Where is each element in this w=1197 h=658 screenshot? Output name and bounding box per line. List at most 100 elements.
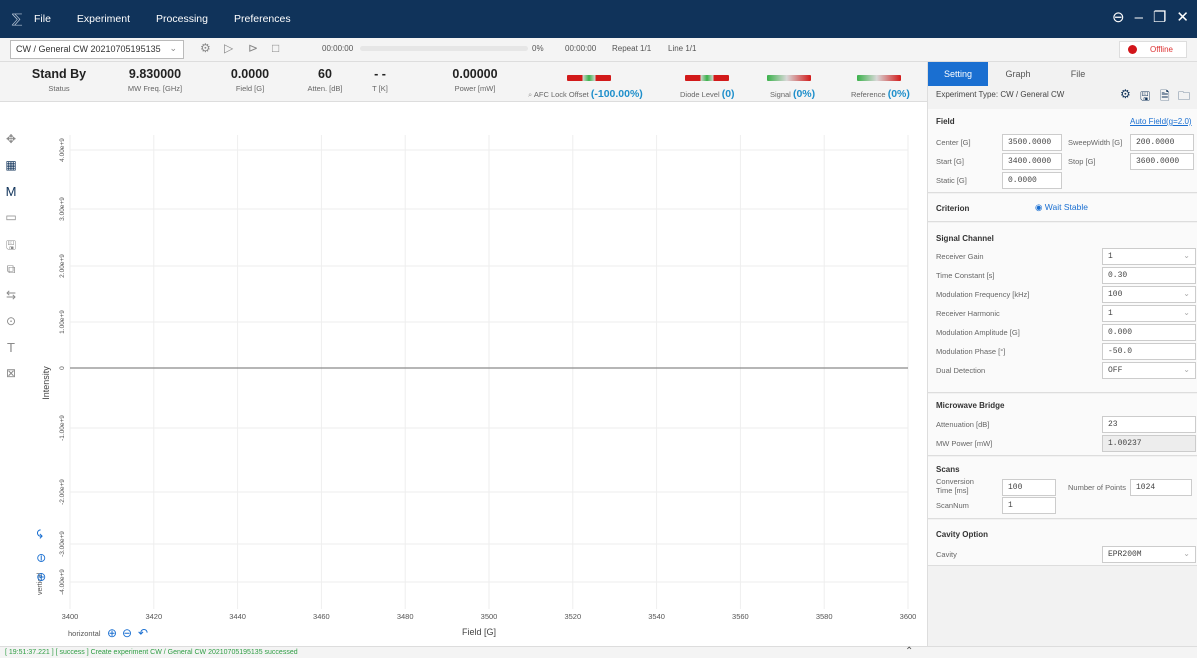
marker-icon[interactable]: M — [0, 184, 22, 210]
mod-frequency-select[interactable]: 100 ⌄ — [1102, 286, 1196, 303]
wait-stable-label: Wait Stable — [1044, 202, 1088, 212]
restore-icon[interactable]: ❐ — [1153, 10, 1166, 26]
save-icon[interactable]: 🖫 — [1140, 87, 1150, 108]
settings-gear-icon[interactable]: ⚙ — [200, 41, 211, 55]
menu-experiment[interactable]: Experiment — [77, 13, 130, 25]
tab-setting[interactable]: Setting — [928, 62, 988, 86]
zoom-in-vertical-icon[interactable]: ⊕ — [34, 572, 48, 582]
status-dot-icon — [1128, 45, 1137, 54]
scans-title: Scans — [936, 465, 960, 474]
connection-status[interactable]: Offline — [1119, 41, 1187, 58]
stop-field[interactable]: 3600.0000 — [1130, 153, 1194, 170]
target-icon[interactable]: ⊙ — [0, 314, 22, 340]
export-icon[interactable]: ⇆ — [0, 288, 22, 314]
y-tick-label: 0 — [59, 366, 66, 370]
spectrum-plot[interactable]: 3400 3420 3440 3460 3480 3500 3520 3540 3560 3580… — [0, 103, 927, 646]
microwave-bridge-title: Microwave Bridge — [936, 401, 1005, 410]
copy-icon[interactable]: ⧉ — [0, 262, 22, 288]
stat-power-label: Power [mW] — [454, 84, 496, 93]
stat-status-label: Status — [48, 84, 70, 93]
app-logo-icon: ⅀ — [11, 11, 23, 26]
chevron-down-icon: ⌄ — [1183, 549, 1190, 558]
experiment-select-value: CW / General CW 20210705195135 — [16, 44, 161, 54]
stat-mw-freq-label: MW Freq. [GHz] — [127, 84, 183, 93]
tab-graph[interactable]: Graph — [988, 62, 1048, 86]
stat-status-value: Stand By — [31, 67, 87, 81]
zoom-out-vertical-icon[interactable]: ⊖ — [34, 553, 48, 563]
stat-atten-label: Atten. [dB] — [307, 84, 343, 93]
menu-processing[interactable]: Processing — [156, 13, 208, 25]
criterion-section: Criterion ◉ Wait Stable — [928, 194, 1197, 222]
lock-icon[interactable]: ⊖ — [1112, 10, 1125, 26]
scannum-field[interactable]: 1 — [1002, 497, 1056, 514]
open-folder-icon[interactable]: 🗀 — [1178, 87, 1190, 108]
static-field[interactable]: 0.0000 — [1002, 172, 1062, 189]
mod-amplitude-field[interactable]: 0.000 — [1102, 324, 1196, 341]
close-icon[interactable]: ✕ — [1176, 10, 1189, 26]
auto-field-link[interactable]: Auto Field(g=2.0) — [1130, 117, 1192, 126]
scans-section: Scans Conversion Time [ms] 100 Number of… — [928, 457, 1197, 519]
mod-frequency-label: Modulation Frequency [kHz] — [936, 290, 1030, 299]
mw-power-field: 1.00237 — [1102, 435, 1196, 452]
dual-detection-value: OFF — [1108, 366, 1123, 375]
receiver-harmonic-select[interactable]: 1 ⌄ — [1102, 305, 1196, 322]
mod-phase-field[interactable]: -50.0 — [1102, 343, 1196, 360]
save-as-icon[interactable]: 🗎 — [1160, 87, 1170, 108]
text-icon[interactable]: T — [0, 340, 22, 366]
stop-icon[interactable]: □ — [272, 41, 279, 55]
signal-label: Signal — [770, 90, 791, 99]
grid-icon[interactable]: ▦ — [0, 158, 22, 184]
tab-file[interactable]: File — [1048, 62, 1108, 86]
dual-detection-select[interactable]: OFF ⌄ — [1102, 362, 1196, 379]
menu-file[interactable]: File — [34, 13, 51, 25]
chevron-up-icon[interactable]: ⌃ — [905, 646, 913, 657]
minimize-icon[interactable]: – — [1135, 10, 1143, 26]
x-tick-label: 3580 — [816, 612, 833, 621]
receiver-gain-select[interactable]: 1 ⌄ — [1102, 248, 1196, 265]
x-tick-label: 3520 — [564, 612, 581, 621]
progress-percent: 0% — [532, 44, 544, 53]
config-gear-icon[interactable]: ⚙ — [1120, 87, 1131, 101]
magnifier-icon: ⌕ — [528, 90, 533, 99]
cavity-select[interactable]: EPR200M ⌄ — [1102, 546, 1196, 563]
menu-preferences[interactable]: Preferences — [234, 13, 291, 25]
start-field[interactable]: 3400.0000 — [1002, 153, 1062, 170]
log-message: [ 19:51:37.221 ] [ success ] Create expe… — [5, 649, 298, 656]
time-constant-field[interactable]: 0.30 — [1102, 267, 1196, 284]
save-icon[interactable]: 🖫 — [0, 236, 22, 262]
zoom-in-horizontal-icon[interactable]: ⊕ — [107, 626, 117, 640]
signal-channel-section: Signal Channel Receiver Gain 1 ⌄ Time Con… — [928, 223, 1197, 393]
afc-lock-value: (-100.00%) — [590, 88, 643, 100]
title-bar: ⅀ File Experiment Processing Preferences… — [0, 0, 1197, 38]
field-title: Field — [936, 117, 955, 126]
y-axis-label: Intensity — [41, 366, 51, 400]
panel-tabs: Setting Graph File — [928, 62, 1197, 86]
sweepwidth-field[interactable]: 200.0000 — [1130, 134, 1194, 151]
signal-readout: Signal (0%) — [770, 88, 815, 100]
stat-status: Stand By Status — [28, 67, 90, 93]
number-of-points-label: Number of Points — [1068, 483, 1126, 492]
reset-horizontal-icon[interactable]: ↶ — [138, 626, 148, 640]
pan-icon[interactable]: ✥ — [0, 132, 22, 158]
attenuation-field[interactable]: 23 — [1102, 416, 1196, 433]
y-tick-label: 4.00e+9 — [59, 138, 66, 162]
y-tick-label: -4.00e+9 — [59, 569, 66, 595]
x-tick-label: 3560 — [732, 612, 749, 621]
chevron-down-icon: ⌄ — [1183, 289, 1190, 298]
fit-icon[interactable]: ⊠ — [0, 366, 22, 392]
connection-status-label: Offline — [1150, 45, 1173, 54]
x-tick-label: 3400 — [62, 612, 79, 621]
diode-level-readout: Diode Level (0) — [680, 88, 735, 100]
experiment-select[interactable]: CW / General CW 20210705195135 ⌄ — [10, 40, 184, 59]
step-icon[interactable]: ⊳ — [248, 41, 258, 55]
conversion-time-field[interactable]: 100 — [1002, 479, 1056, 496]
play-icon[interactable]: ▷ — [224, 41, 233, 55]
select-region-icon[interactable]: ▭ — [0, 210, 22, 236]
number-of-points-field[interactable]: 1024 — [1130, 479, 1192, 496]
wait-stable-radio[interactable]: ◉ Wait Stable — [1035, 202, 1088, 213]
center-field[interactable]: 3500.0000 — [1002, 134, 1062, 151]
chevron-down-icon: ⌄ — [1183, 251, 1190, 260]
reset-vertical-icon[interactable]: ↶ — [34, 529, 48, 539]
zoom-out-horizontal-icon[interactable]: ⊖ — [122, 626, 132, 640]
repeat-counter: Repeat 1/1 — [612, 44, 652, 53]
